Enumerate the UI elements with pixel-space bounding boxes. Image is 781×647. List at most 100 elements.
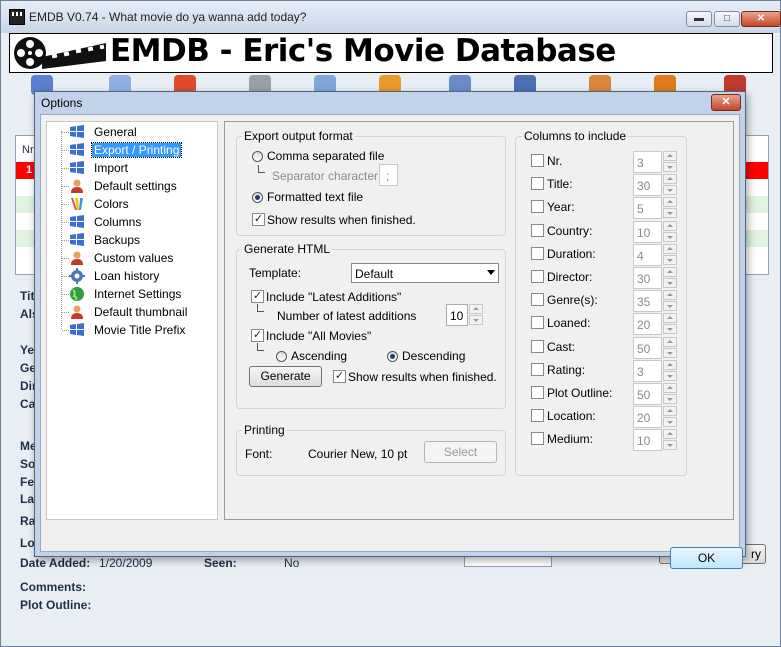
spin-down-icon[interactable]	[663, 417, 677, 428]
descending-label[interactable]: Descending	[402, 349, 465, 363]
column-checkbox[interactable]	[531, 223, 544, 237]
all-movies-label[interactable]: Include "All Movies"	[266, 329, 371, 343]
column-checkbox[interactable]	[531, 409, 544, 423]
column-width-spinner[interactable]	[663, 243, 677, 266]
spin-up-icon[interactable]	[469, 304, 483, 314]
column-checkbox[interactable]	[531, 200, 544, 214]
tree-item-internet-settings[interactable]: Internet Settings	[47, 285, 217, 303]
spin-down-icon[interactable]	[469, 315, 483, 325]
tree-item-columns[interactable]: Columns	[47, 213, 217, 231]
column-width-input[interactable]: 30	[633, 267, 662, 289]
spin-up-icon[interactable]	[663, 220, 677, 231]
column-width-spinner[interactable]	[663, 151, 677, 173]
spin-down-icon[interactable]	[663, 208, 677, 219]
column-width-input[interactable]: 3	[633, 359, 662, 382]
spin-down-icon[interactable]	[663, 324, 677, 335]
options-tree[interactable]: General Export / Printing Import Default se…	[46, 121, 218, 520]
ascending-radio[interactable]	[276, 351, 287, 362]
column-checkbox[interactable]	[531, 339, 544, 353]
column-width-input[interactable]: 20	[633, 313, 662, 336]
spin-down-icon[interactable]	[663, 394, 677, 404]
select-font-button[interactable]: Select	[424, 441, 497, 463]
html-show-results-label[interactable]: Show results when finished.	[348, 370, 497, 384]
spin-down-icon[interactable]	[663, 440, 677, 451]
column-label[interactable]: Plot Outline:	[547, 386, 612, 400]
spin-up-icon[interactable]	[663, 406, 677, 417]
export-show-results-checkbox[interactable]: ✓	[252, 213, 265, 226]
tree-item-backups[interactable]: Backups	[47, 231, 217, 249]
generate-button[interactable]: Generate	[249, 366, 322, 387]
spin-up-icon[interactable]	[663, 383, 677, 393]
spin-up-icon[interactable]	[663, 174, 677, 185]
column-checkbox[interactable]	[531, 270, 544, 283]
all-movies-checkbox[interactable]: ✓	[251, 329, 264, 342]
tree-item-general[interactable]: General	[47, 123, 217, 141]
tree-item-export-printing[interactable]: Export / Printing	[47, 141, 217, 159]
column-width-spinner[interactable]	[663, 429, 677, 451]
column-checkbox[interactable]	[531, 386, 544, 399]
tree-item-custom-values[interactable]: Custom values	[47, 249, 217, 267]
column-width-input[interactable]: 20	[633, 406, 662, 429]
column-width-input[interactable]: 10	[633, 220, 662, 243]
number-latest-spinner[interactable]	[469, 304, 483, 326]
column-width-spinner[interactable]	[663, 359, 677, 382]
spin-up-icon[interactable]	[663, 313, 677, 324]
column-label[interactable]: Loaned:	[547, 316, 590, 330]
column-checkbox[interactable]	[531, 154, 544, 167]
column-checkbox[interactable]	[531, 432, 544, 446]
spin-up-icon[interactable]	[663, 243, 677, 254]
spin-down-icon[interactable]	[663, 278, 677, 288]
column-label[interactable]: Title:	[547, 177, 573, 191]
html-show-results-checkbox[interactable]: ✓	[333, 370, 346, 383]
spin-down-icon[interactable]	[663, 347, 677, 358]
column-label[interactable]: Cast:	[547, 340, 575, 354]
column-width-input[interactable]: 50	[633, 383, 662, 405]
maximize-button[interactable]: □	[714, 11, 740, 27]
column-label[interactable]: Genre(s):	[547, 293, 598, 307]
column-label[interactable]: Nr.	[547, 154, 562, 168]
column-label[interactable]: Location:	[547, 409, 596, 423]
minimize-button[interactable]: ▬	[686, 11, 712, 27]
ok-button[interactable]: OK	[670, 547, 743, 569]
formatted-radio[interactable]	[252, 192, 263, 203]
descending-radio[interactable]	[387, 351, 398, 362]
spin-up-icon[interactable]	[663, 359, 677, 370]
column-width-input[interactable]: 4	[633, 243, 662, 266]
csv-radio[interactable]	[252, 151, 263, 162]
tree-item-default-thumbnail[interactable]: Default thumbnail	[47, 303, 217, 321]
dialog-close-button[interactable]: ✕	[711, 94, 741, 111]
column-width-spinner[interactable]	[663, 313, 677, 335]
spin-down-icon[interactable]	[663, 162, 677, 172]
spin-up-icon[interactable]	[663, 336, 677, 347]
column-label[interactable]: Rating:	[547, 363, 585, 377]
column-width-spinner[interactable]	[663, 290, 677, 312]
spin-down-icon[interactable]	[663, 254, 677, 265]
spin-down-icon[interactable]	[663, 231, 677, 242]
column-width-spinner[interactable]	[663, 336, 677, 359]
column-label[interactable]: Country:	[547, 224, 592, 238]
column-width-input[interactable]: 3	[633, 151, 662, 173]
spin-down-icon[interactable]	[663, 301, 677, 312]
tree-item-import[interactable]: Import	[47, 159, 217, 177]
column-width-input[interactable]: 35	[633, 290, 662, 313]
ascending-label[interactable]: Ascending	[291, 349, 347, 363]
export-show-results-label[interactable]: Show results when finished.	[267, 213, 416, 227]
template-select[interactable]: Default	[351, 263, 499, 283]
spin-up-icon[interactable]	[663, 290, 677, 301]
column-width-input[interactable]: 5	[633, 197, 662, 220]
formatted-label[interactable]: Formatted text file	[267, 190, 363, 204]
column-width-input[interactable]: 10	[633, 429, 662, 452]
column-label[interactable]: Year:	[547, 200, 575, 214]
tree-item-default-settings[interactable]: Default settings	[47, 177, 217, 195]
column-width-spinner[interactable]	[663, 197, 677, 219]
csv-label[interactable]: Comma separated file	[267, 149, 384, 163]
spin-up-icon[interactable]	[663, 151, 677, 161]
column-checkbox[interactable]	[531, 293, 544, 307]
tree-item-loan-history[interactable]: Loan history	[47, 267, 217, 285]
column-width-input[interactable]: 50	[633, 336, 662, 359]
column-checkbox[interactable]	[531, 316, 544, 330]
spin-down-icon[interactable]	[663, 370, 677, 381]
column-label[interactable]: Medium:	[547, 432, 593, 446]
column-label[interactable]: Director:	[547, 270, 592, 284]
spin-up-icon[interactable]	[663, 267, 677, 277]
